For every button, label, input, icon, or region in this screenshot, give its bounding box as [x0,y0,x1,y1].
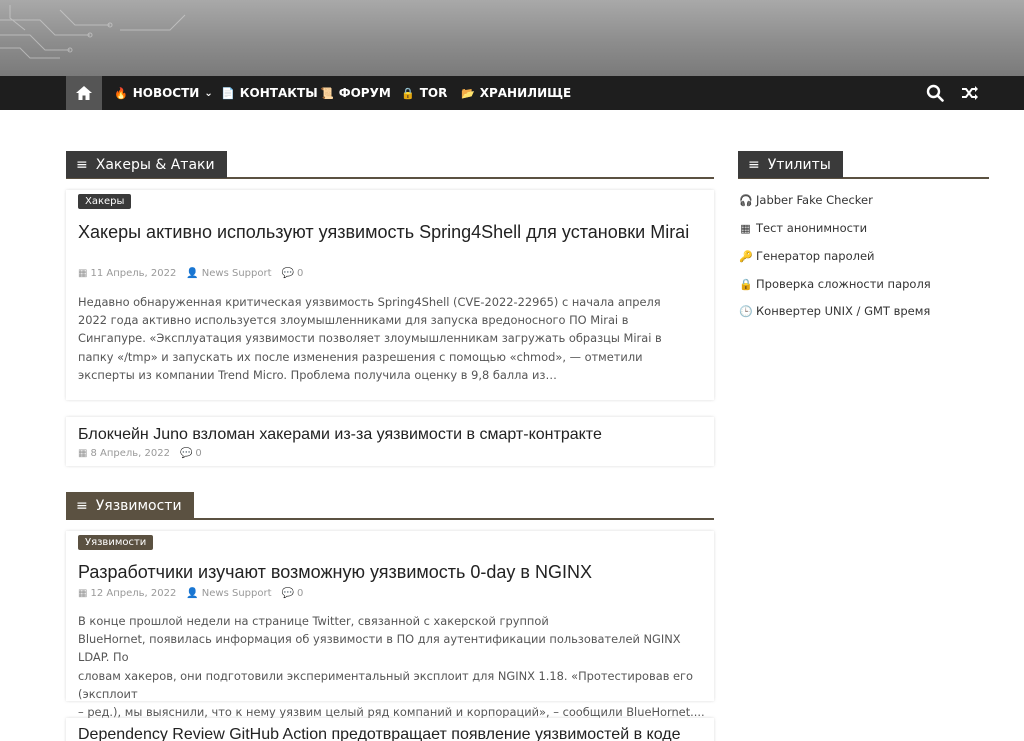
post-title[interactable]: Разработчики изучают возможную уязвимост… [78,562,698,583]
nav-item-label: ХРАНИЛИЩЕ [479,86,572,100]
home-button[interactable] [66,76,102,110]
scroll-icon: 📜 [320,86,334,100]
nav-item-label: НОВОСТИ [132,86,200,100]
section-heading-hackers: ≡ Хакеры & Атаки [66,151,714,179]
qr-icon: ▦ [740,221,751,235]
lock-icon: 🔒 [739,277,753,291]
user-icon: 👤 [186,268,199,279]
section-heading-vulnerabilities: ≡ Уязвимости [66,492,714,520]
nav-item-forum[interactable]: 📜 ФОРУМ [320,76,391,110]
category-badge[interactable]: Хакеры [78,194,132,209]
post-date[interactable]: ▦ 11 Апрель, 2022 [78,268,176,279]
section-title: Уязвимости [95,497,182,514]
post-comments[interactable]: 💬 0 [282,268,304,279]
sidebar-link-label: Тест анонимности [756,221,868,235]
search-icon [926,84,944,102]
nav-item-label: КОНТАКТЫ [239,86,318,100]
post-comments[interactable]: 💬 0 [180,448,202,459]
post-comments[interactable]: 💬 0 [282,588,304,599]
main-navigation: 🔥 НОВОСТИ ⌄ 📄 КОНТАКТЫ 📜 ФОРУМ 🔒 TOR 📂 Х… [0,76,1024,110]
comment-icon: 💬 [281,268,294,279]
fire-icon: 🔥 [114,86,128,100]
chevron-down-icon: ⌄ [204,87,213,99]
random-post-button[interactable] [961,76,979,110]
nav-item-contacts[interactable]: 📄 КОНТАКТЫ [221,76,318,110]
calendar-icon: ▦ [78,448,88,459]
sidebar-link-label: Конвертер UNIX / GMT время [756,304,931,318]
post-excerpt: Недавно обнаруженная критическая уязвимо… [78,295,662,382]
nav-item-storage[interactable]: 📂 ХРАНИЛИЩЕ [461,76,571,110]
post-author[interactable]: 👤 News Support [186,268,271,279]
section-title: Утилиты [767,156,831,173]
document-icon: 📄 [221,86,235,100]
calendar-icon: ▦ [78,588,88,599]
lock-icon: 🔒 [401,86,415,100]
circuit-pattern-decoration [0,5,186,59]
post-date[interactable]: ▦ 8 Апрель, 2022 [78,448,170,459]
post-title[interactable]: Блокчейн Juno взломан хакерами из-за уяз… [78,424,698,445]
user-icon: 👤 [186,588,199,599]
post-card: Dependency Review GitHub Action предотвр… [66,718,714,741]
sidebar-link-time-converter[interactable]: 🕒 Конвертер UNIX / GMT время [739,304,930,318]
comment-icon: 💬 [281,588,294,599]
folder-icon: 📂 [461,86,475,100]
post-excerpt: В конце прошлой недели на странице Twitt… [78,612,708,721]
section-tab: ≡ Утилиты [738,151,843,178]
sidebar-link-anonymity-test[interactable]: ▦ Тест анонимности [739,221,867,235]
sidebar-link-password-strength[interactable]: 🔒 Проверка сложности пароля [739,277,931,291]
sidebar-link-jabber-checker[interactable]: 🎧 Jabber Fake Checker [739,193,873,207]
post-date[interactable]: ▦ 12 Апрель, 2022 [78,588,176,599]
calendar-icon: ▦ [78,268,88,279]
excerpt-line: BlueHornet, появилась информация об уязв… [78,632,681,665]
post-author[interactable]: 👤 News Support [186,588,271,599]
excerpt-line: словам хакеров, они подготовили эксперим… [78,668,693,701]
comment-icon: 💬 [179,448,193,459]
nav-item-label: ФОРУМ [338,86,391,100]
nav-item-tor[interactable]: 🔒 TOR [401,76,447,110]
nav-item-news[interactable]: 🔥 НОВОСТИ ⌄ [114,76,213,110]
home-icon [76,86,92,100]
post-meta: ▦ 11 Апрель, 2022 👤 News Support 💬 0 [78,268,303,279]
post-meta: ▦ 8 Апрель, 2022 💬 0 [78,448,202,459]
key-icon: 🔑 [739,249,753,263]
section-tab[interactable]: ≡ Хакеры & Атаки [66,151,227,178]
headset-icon: 🎧 [739,193,753,207]
post-card: Блокчейн Juno взломан хакерами из-за уяз… [66,417,714,466]
nav-item-label: TOR [419,86,448,100]
sidebar-link-password-generator[interactable]: 🔑 Генератор паролей [739,249,875,263]
post-title[interactable]: Хакеры активно используют уязвимость Spr… [78,222,698,243]
clock-icon: 🕒 [739,304,753,318]
menu-lines-icon: ≡ [76,497,88,514]
menu-lines-icon: ≡ [748,156,760,173]
search-button[interactable] [926,76,944,110]
post-card: Хакеры Хакеры активно используют уязвимо… [66,190,714,400]
section-title: Хакеры & Атаки [95,156,215,173]
post-title[interactable]: Dependency Review GitHub Action предотвр… [78,724,708,741]
shuffle-icon [962,86,978,100]
post-meta: ▦ 12 Апрель, 2022 👤 News Support 💬 0 [78,588,303,599]
post-card: Уязвимости Разработчики изучают возможну… [66,531,714,719]
sidebar-link-label: Проверка сложности пароля [756,277,931,291]
section-tab[interactable]: ≡ Уязвимости [66,492,194,519]
sidebar-link-label: Генератор паролей [756,249,875,263]
header-banner [0,0,1024,76]
sidebar-link-label: Jabber Fake Checker [756,193,873,207]
category-badge[interactable]: Уязвимости [78,535,154,550]
menu-lines-icon: ≡ [76,156,88,173]
sidebar-heading: ≡ Утилиты [738,151,989,179]
excerpt-line: В конце прошлой недели на странице Twitt… [78,614,549,628]
